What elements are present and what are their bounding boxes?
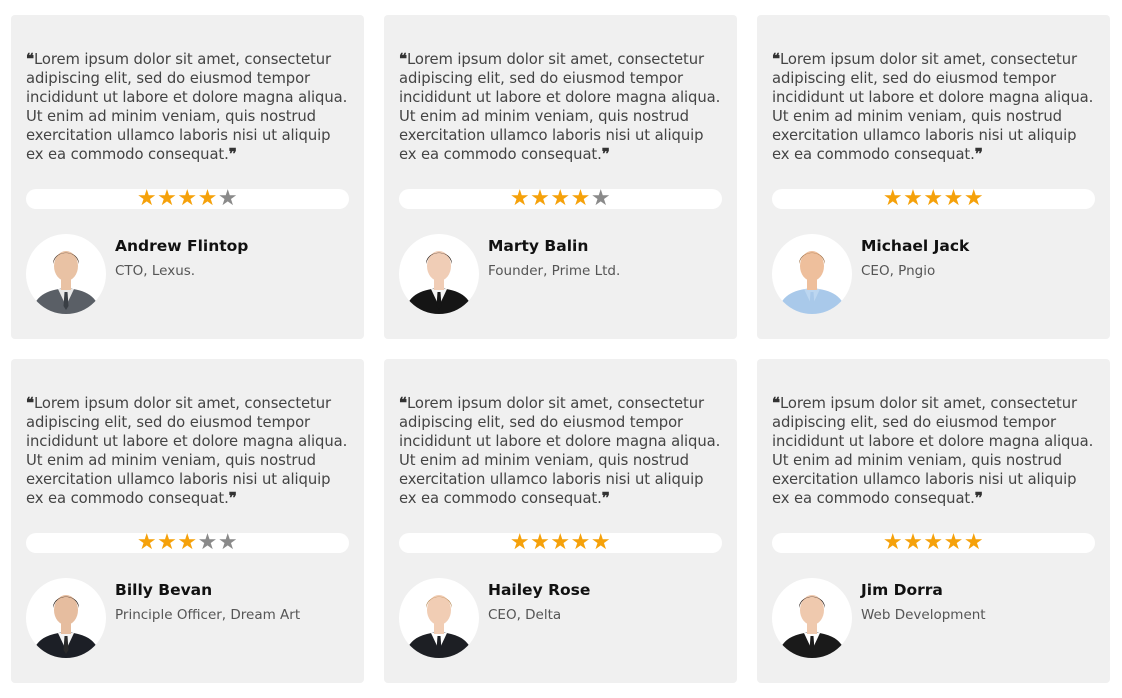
- star-icon: ★: [509, 186, 531, 211]
- avatar: [772, 234, 852, 314]
- person-name: Michael Jack: [861, 237, 970, 255]
- avatar: [26, 234, 106, 314]
- person-name: Billy Bevan: [115, 581, 213, 599]
- star-icon: ★: [882, 530, 904, 555]
- open-quote-icon: ❝: [26, 394, 34, 412]
- person-name: Marty Balin: [488, 237, 589, 255]
- testimonial-card: ❝Lorem ipsum dolor sit amet, consectetur…: [384, 15, 737, 339]
- person-photo-icon: [778, 251, 846, 314]
- open-quote-icon: ❝: [772, 50, 780, 68]
- testimonial-card: ❝Lorem ipsum dolor sit amet, consectetur…: [757, 359, 1110, 683]
- star-icon: ★: [923, 530, 944, 555]
- testimonial-quote: ❝Lorem ipsum dolor sit amet, consectetur…: [399, 394, 721, 507]
- star-icon: ★: [136, 530, 158, 555]
- star-icon: ★: [197, 186, 218, 211]
- star-rating: ★★★★★: [772, 530, 1095, 555]
- testimonial-card: ❝Lorem ipsum dolor sit amet, consectetur…: [11, 359, 364, 683]
- star-icon: ★: [903, 530, 924, 555]
- person-photo-icon: [778, 595, 846, 658]
- close-quote-icon: ❞: [601, 489, 610, 507]
- star-icon: ★: [530, 530, 551, 555]
- star-rating: ★★★★★: [26, 530, 349, 555]
- close-quote-icon: ❞: [601, 145, 610, 163]
- star-icon: ★: [157, 530, 178, 555]
- testimonial-quote: ❝Lorem ipsum dolor sit amet, consectetur…: [399, 50, 721, 163]
- close-quote-icon: ❞: [228, 489, 237, 507]
- star-icon: ★: [530, 186, 551, 211]
- person-name: Andrew Flintop: [115, 237, 249, 255]
- star-icon: ★: [550, 186, 571, 211]
- close-quote-icon: ❞: [228, 145, 237, 163]
- testimonial-quote: ❝Lorem ipsum dolor sit amet, consectetur…: [772, 394, 1094, 507]
- star-icon: ★: [570, 186, 591, 211]
- testimonial-card: ❝Lorem ipsum dolor sit amet, consectetur…: [757, 15, 1110, 339]
- person-photo-icon: [32, 595, 100, 658]
- star-icon: ★: [943, 186, 964, 211]
- star-icon: ★: [197, 530, 218, 555]
- open-quote-icon: ❝: [399, 50, 407, 68]
- star-icon: ★: [509, 530, 531, 555]
- close-quote-icon: ❞: [974, 145, 983, 163]
- star-rating: ★★★★★: [399, 530, 722, 555]
- person-name: Jim Dorra: [861, 581, 943, 599]
- person-role: CTO, Lexus.: [115, 263, 196, 279]
- person-name: Hailey Rose: [488, 581, 591, 599]
- star-icon: ★: [590, 186, 612, 211]
- testimonial-quote: ❝Lorem ipsum dolor sit amet, consectetur…: [26, 50, 348, 163]
- person-photo-icon: [32, 251, 100, 314]
- star-icon: ★: [177, 530, 198, 555]
- avatar: [399, 234, 479, 314]
- avatar: [399, 578, 479, 658]
- person-photo-icon: [405, 595, 473, 658]
- star-icon: ★: [903, 186, 924, 211]
- testimonial-quote: ❝Lorem ipsum dolor sit amet, consectetur…: [26, 394, 348, 507]
- star-icon: ★: [963, 530, 985, 555]
- testimonial-card: ❝Lorem ipsum dolor sit amet, consectetur…: [11, 15, 364, 339]
- avatar: [26, 578, 106, 658]
- star-icon: ★: [882, 186, 904, 211]
- open-quote-icon: ❝: [772, 394, 780, 412]
- star-icon: ★: [136, 186, 158, 211]
- star-icon: ★: [217, 186, 239, 211]
- avatar: [772, 578, 852, 658]
- person-photo-icon: [405, 251, 473, 314]
- person-role: CEO, Pngio: [861, 263, 936, 279]
- person-role: Founder, Prime Ltd.: [488, 263, 621, 279]
- star-icon: ★: [590, 530, 612, 555]
- testimonial-quote: ❝Lorem ipsum dolor sit amet, consectetur…: [772, 50, 1094, 163]
- open-quote-icon: ❝: [26, 50, 34, 68]
- star-rating: ★★★★★: [26, 186, 349, 211]
- star-icon: ★: [157, 186, 178, 211]
- person-role: Web Development: [861, 607, 986, 623]
- star-icon: ★: [923, 186, 944, 211]
- person-role: Principle Officer, Dream Art: [115, 607, 301, 623]
- star-icon: ★: [177, 186, 198, 211]
- star-icon: ★: [570, 530, 591, 555]
- testimonial-card: ❝Lorem ipsum dolor sit amet, consectetur…: [384, 359, 737, 683]
- close-quote-icon: ❞: [974, 489, 983, 507]
- star-rating: ★★★★★: [399, 186, 722, 211]
- star-icon: ★: [943, 530, 964, 555]
- star-icon: ★: [963, 186, 985, 211]
- open-quote-icon: ❝: [399, 394, 407, 412]
- person-role: CEO, Delta: [488, 607, 562, 623]
- star-icon: ★: [217, 530, 239, 555]
- star-icon: ★: [550, 530, 571, 555]
- star-rating: ★★★★★: [772, 186, 1095, 211]
